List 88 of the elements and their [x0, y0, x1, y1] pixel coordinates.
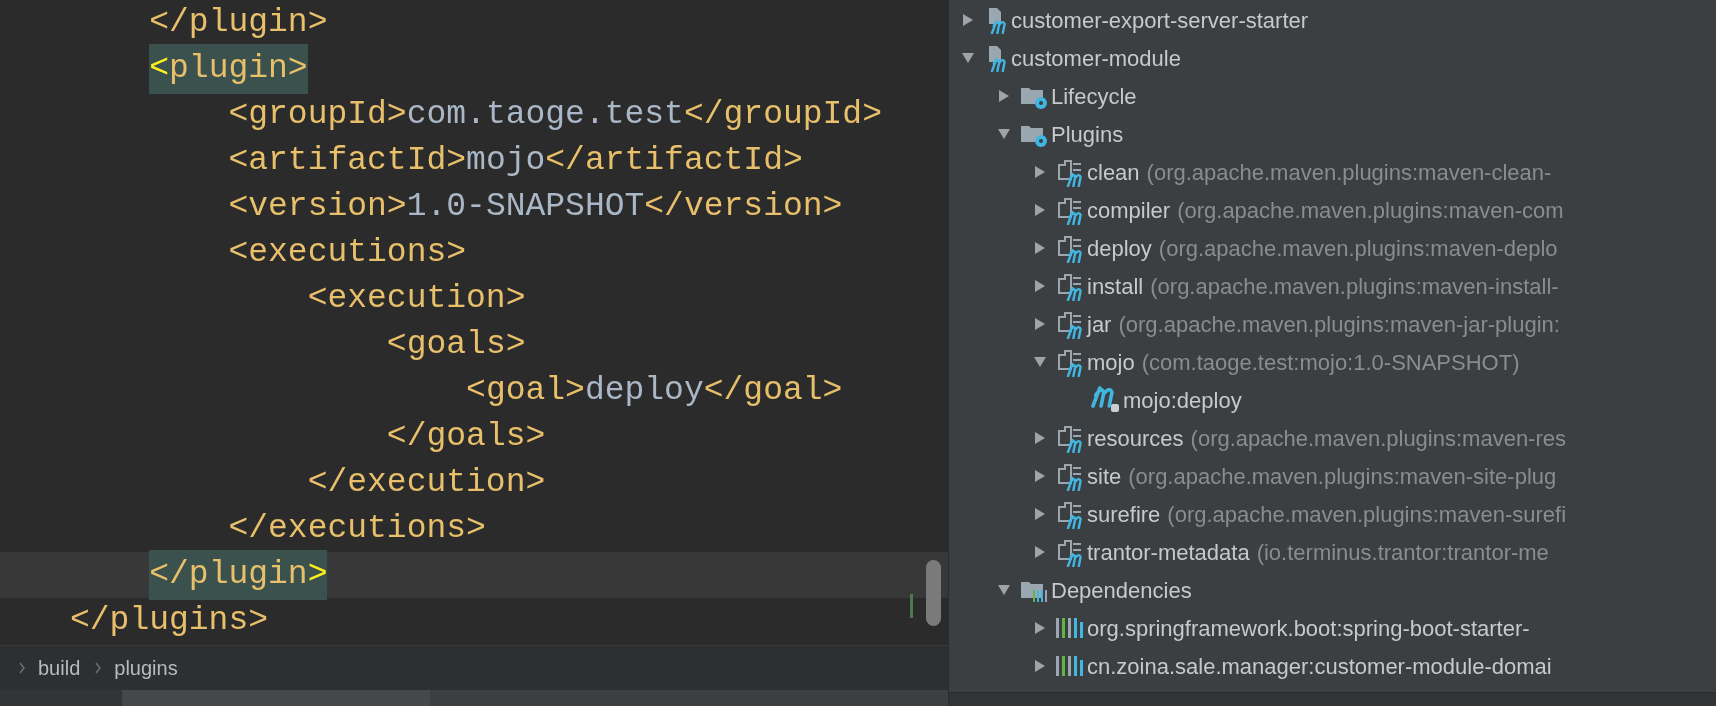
tree-item-label[interactable]: clean: [1087, 155, 1140, 189]
tree-item-detail: (org.apache.maven.plugins:maven-jar-plugin:: [1118, 310, 1560, 339]
plugin-icon: [1055, 537, 1085, 567]
code-token: <goal>: [466, 371, 585, 412]
plugin-icon: [1055, 157, 1085, 187]
collapsed-triangle-icon[interactable]: [1033, 165, 1047, 179]
code-token: </artifactId>: [545, 141, 803, 182]
tree-item-label[interactable]: cn.zoina.sale.manager:customer-module-domai: [1087, 649, 1552, 683]
tree-item-label[interactable]: install: [1087, 269, 1144, 303]
code-token: 1.0-SNAPSHOT: [406, 187, 645, 228]
plugin-icon: [1055, 233, 1085, 263]
tree-item-label[interactable]: jar: [1087, 307, 1112, 341]
code-token: </execution>: [307, 463, 546, 504]
tree-item-detail: (org.apache.maven.plugins:maven-surefi: [1167, 500, 1566, 529]
collapsed-triangle-icon[interactable]: [1033, 469, 1047, 483]
breadcrumb-item[interactable]: build: [38, 653, 81, 683]
plugin-icon: [1055, 347, 1085, 377]
change-marker: [910, 594, 913, 618]
code-token: com.taoge.test: [406, 95, 684, 136]
plugin-icon: [1055, 499, 1085, 529]
code-token: <goals>: [386, 325, 526, 366]
collapsed-triangle-icon[interactable]: [1033, 431, 1047, 445]
collapsed-triangle-icon[interactable]: [1033, 659, 1047, 673]
tree-item-label[interactable]: customer-module: [1011, 41, 1181, 75]
library-icon: [1055, 616, 1085, 640]
code-token: </plugin>: [149, 3, 328, 44]
tree-item-label[interactable]: Plugins: [1051, 117, 1124, 151]
code-token: </plugin: [149, 550, 308, 600]
code-token: </goal>: [703, 371, 843, 412]
code-token: >: [307, 550, 328, 600]
tree-item-detail: (io.terminus.trantor:trantor-me: [1256, 538, 1549, 567]
code-token: plugin>: [169, 44, 308, 94]
tree-item-detail: (org.apache.maven.plugins:maven-install-: [1150, 272, 1559, 301]
tree-item-label[interactable]: site: [1087, 459, 1122, 493]
tree-item-detail: (org.apache.maven.plugins:maven-com: [1177, 196, 1564, 225]
tree-item-label[interactable]: org.springframework.boot:spring-boot-starter-: [1087, 611, 1530, 645]
tree-item-detail: (org.apache.maven.plugins:maven-site-plug: [1128, 462, 1557, 491]
code-token: <groupId>: [228, 95, 407, 136]
collapsed-triangle-icon[interactable]: [1033, 545, 1047, 559]
tree-item-detail: (com.taoge.test:mojo:1.0-SNAPSHOT): [1141, 348, 1520, 377]
collapsed-triangle-icon[interactable]: [961, 13, 975, 27]
library-icon: [1055, 654, 1085, 678]
code-token: <: [149, 44, 170, 94]
collapsed-triangle-icon[interactable]: [1033, 621, 1047, 635]
collapsed-triangle-icon[interactable]: [1033, 317, 1047, 331]
code-token: mojo: [466, 141, 546, 182]
chevron-right-icon: [18, 662, 26, 674]
plugin-icon: [1055, 423, 1085, 453]
tree-item-label[interactable]: resources: [1087, 421, 1184, 455]
collapsed-triangle-icon[interactable]: [1033, 241, 1047, 255]
tree-item-label[interactable]: customer-export-server-starter: [1011, 3, 1309, 37]
expanded-triangle-icon[interactable]: [961, 51, 975, 65]
chevron-right-icon: [94, 662, 103, 674]
expanded-triangle-icon[interactable]: [997, 127, 1011, 141]
code-token: <execution>: [307, 279, 526, 320]
code-token: </version>: [644, 187, 843, 228]
code-token: </groupId>: [683, 95, 882, 136]
collapsed-triangle-icon[interactable]: [1033, 203, 1047, 217]
tree-item-detail: (org.apache.maven.plugins:maven-res: [1190, 424, 1566, 453]
tree-item-label[interactable]: deploy: [1087, 231, 1152, 265]
plugin-icon: [1055, 271, 1085, 301]
tree-item-label[interactable]: mojo: [1087, 345, 1135, 379]
code-token: <artifactId>: [228, 141, 467, 182]
tree-item-label[interactable]: surefire: [1087, 497, 1161, 531]
expanded-triangle-icon[interactable]: [997, 583, 1011, 597]
plugin-icon: [1055, 461, 1085, 491]
breadcrumb-item[interactable]: plugins: [114, 653, 178, 683]
plugin-icon: [1055, 195, 1085, 225]
code-token: <version>: [228, 187, 407, 228]
tree-item-label[interactable]: trantor-metadata: [1087, 535, 1250, 569]
code-token: </goals>: [386, 417, 546, 458]
collapsed-triangle-icon[interactable]: [997, 89, 1011, 103]
code-token: deploy: [584, 371, 704, 412]
code-token: </plugins>: [70, 601, 269, 642]
code-token: <executions>: [228, 233, 467, 274]
tree-item-detail: (org.apache.maven.plugins:maven-clean-: [1146, 158, 1552, 187]
collapsed-triangle-icon[interactable]: [1033, 507, 1047, 521]
plugin-icon: [1055, 309, 1085, 339]
expanded-triangle-icon[interactable]: [1033, 355, 1047, 369]
tree-item-detail: (org.apache.maven.plugins:maven-deplo: [1158, 234, 1558, 263]
tree-item-label[interactable]: mojo:deploy: [1123, 383, 1242, 417]
code-token: </executions>: [228, 509, 486, 550]
tree-item-label[interactable]: Lifecycle: [1051, 79, 1137, 113]
collapsed-triangle-icon[interactable]: [1033, 279, 1047, 293]
tree-item-label[interactable]: Dependencies: [1051, 573, 1192, 607]
goal-icon: [1091, 386, 1121, 414]
tree-item-label[interactable]: compiler: [1087, 193, 1171, 227]
scrollbar-thumb[interactable]: [926, 560, 941, 626]
